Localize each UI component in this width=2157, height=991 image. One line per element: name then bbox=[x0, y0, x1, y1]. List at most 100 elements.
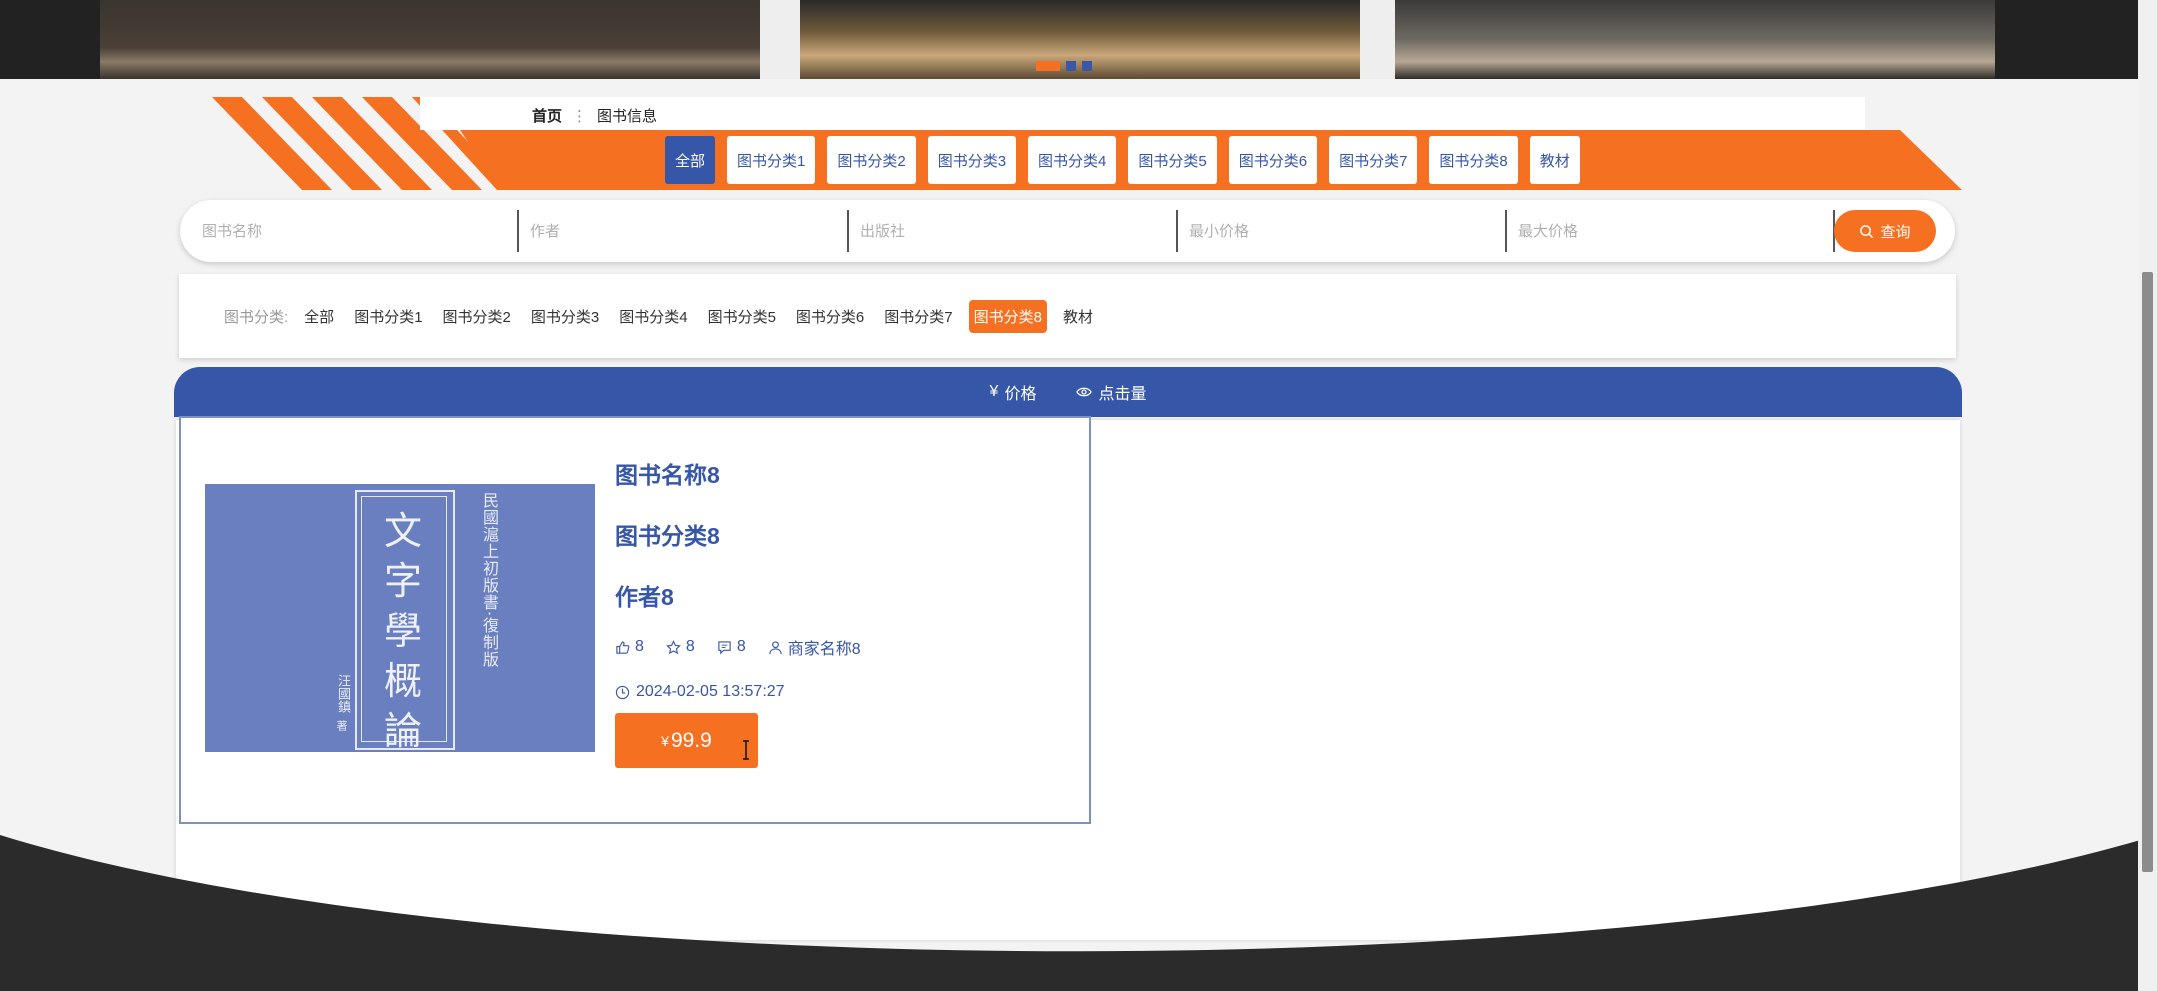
filter-item-10[interactable]: 教材 bbox=[1059, 300, 1097, 333]
category-tab-3[interactable]: 图书分类2 bbox=[827, 136, 916, 184]
sort-price-label: 价格 bbox=[1004, 386, 1037, 403]
category-tab-1[interactable]: 全部 bbox=[665, 136, 716, 184]
cover-title-char: 學 bbox=[383, 609, 422, 653]
eye-icon bbox=[1076, 387, 1093, 397]
merchant-name: 商家名称8 bbox=[787, 641, 861, 658]
cover-author-suffix: 著 bbox=[335, 720, 348, 731]
book-name-field[interactable] bbox=[200, 214, 504, 248]
filter-item-1[interactable]: 全部 bbox=[300, 300, 338, 333]
category-filter-label: 图书分类: bbox=[224, 309, 289, 326]
price-value: 99.9 bbox=[670, 728, 712, 752]
likes-stat: 8 bbox=[615, 638, 644, 656]
search-button[interactable]: 查询 bbox=[1834, 210, 1936, 252]
cover-title-char: 字 bbox=[383, 559, 422, 603]
author-input[interactable] bbox=[528, 221, 832, 241]
book-category: 图书分类8 bbox=[615, 523, 720, 549]
book-card[interactable]: 文字學概論 民國滬上初版書·復制版 汪國鎮 著 图书名称8 图书分类8 作者8 … bbox=[179, 416, 1091, 824]
cover-title-char: 概 bbox=[383, 659, 422, 703]
min-price-field[interactable] bbox=[1187, 214, 1491, 248]
book-info: 图书名称8 图书分类8 作者8 8 8 8 商家名称8 2024-02-05 1… bbox=[615, 456, 861, 701]
book-time: 2024-02-05 13:57:27 bbox=[615, 683, 861, 701]
category-filter: 图书分类: 全部 图书分类1 图书分类2 图书分类3 图书分类4 图书分类5 图书分类6 图书… bbox=[179, 274, 1956, 358]
publisher-field[interactable] bbox=[858, 214, 1162, 248]
search-divider bbox=[847, 210, 849, 252]
filter-item-5[interactable]: 图书分类4 bbox=[615, 300, 691, 333]
book-cover-image[interactable]: 文字學概論 民國滬上初版書·復制版 汪國鎮 著 bbox=[205, 484, 595, 752]
text-cursor-icon bbox=[743, 740, 749, 760]
hero-banner bbox=[0, 0, 2157, 79]
banner-divider bbox=[1360, 0, 1395, 79]
filter-item-2[interactable]: 图书分类1 bbox=[350, 300, 426, 333]
sort-bar: ¥ 价格 点击量 bbox=[174, 367, 1962, 417]
clock-icon bbox=[615, 685, 630, 699]
carousel-dot-3[interactable] bbox=[1082, 61, 1092, 71]
banner-image-left bbox=[100, 0, 760, 79]
filter-item-9[interactable]: 图书分类8 bbox=[968, 300, 1047, 333]
likes-count: 8 bbox=[635, 638, 644, 655]
author-field[interactable] bbox=[528, 214, 832, 248]
search-button-label: 查询 bbox=[1880, 223, 1911, 241]
favorites-count: 8 bbox=[685, 638, 695, 655]
filter-item-3[interactable]: 图书分类2 bbox=[439, 300, 515, 333]
sort-by-price[interactable]: ¥ 价格 bbox=[990, 380, 1037, 404]
favorites-stat: 8 bbox=[666, 638, 695, 656]
breadcrumb-home[interactable]: 首页 bbox=[532, 105, 562, 126]
category-tab-7[interactable]: 图书分类6 bbox=[1228, 136, 1318, 184]
cover-side-text: 民國滬上初版書·復制版 bbox=[480, 492, 499, 669]
search-icon bbox=[1860, 224, 1874, 238]
comments-count: 8 bbox=[736, 638, 746, 655]
carousel-indicators bbox=[1036, 61, 1092, 71]
sort-by-clicks[interactable]: 点击量 bbox=[1076, 380, 1146, 404]
scrollbar-thumb[interactable] bbox=[2142, 272, 2153, 872]
cover-title-char: 論 bbox=[383, 709, 422, 752]
breadcrumb-current: 图书信息 bbox=[597, 108, 658, 125]
max-price-input[interactable] bbox=[1516, 221, 1820, 241]
search-divider bbox=[517, 210, 519, 252]
search-divider bbox=[1176, 210, 1178, 252]
thumbs-up-icon bbox=[616, 640, 630, 654]
banner-image-right bbox=[1395, 0, 1995, 79]
price-currency: ¥ bbox=[661, 732, 669, 749]
carousel-dot-1[interactable] bbox=[1036, 61, 1060, 71]
search-bar bbox=[180, 200, 1955, 262]
max-price-field[interactable] bbox=[1516, 214, 1820, 248]
category-tab-2[interactable]: 图书分类1 bbox=[727, 136, 816, 184]
category-tab-10[interactable]: 教材 bbox=[1529, 136, 1580, 184]
banner-divider bbox=[760, 0, 800, 79]
category-tab-9[interactable]: 图书分类8 bbox=[1429, 136, 1518, 184]
comments-stat: 8 bbox=[717, 638, 746, 656]
cover-title: 文字學概論 bbox=[373, 506, 433, 752]
comment-icon bbox=[718, 640, 731, 654]
publisher-input[interactable] bbox=[858, 221, 1162, 241]
scrollbar[interactable] bbox=[2138, 0, 2157, 991]
price-button[interactable]: ¥ 99.9 bbox=[615, 713, 758, 768]
category-tab-5[interactable]: 图书分类4 bbox=[1028, 136, 1117, 184]
yen-icon: ¥ bbox=[989, 383, 999, 400]
book-name-input[interactable] bbox=[200, 221, 504, 241]
filter-item-4[interactable]: 图书分类3 bbox=[527, 300, 603, 333]
filter-item-6[interactable]: 图书分类5 bbox=[704, 300, 780, 333]
breadcrumb-separator: ⋮ bbox=[572, 107, 588, 125]
search-divider bbox=[1505, 210, 1507, 252]
cover-title-char: 文 bbox=[383, 509, 422, 553]
category-tab-4[interactable]: 图书分类3 bbox=[927, 136, 1017, 184]
merchant-stat: 商家名称8 bbox=[768, 635, 861, 659]
breadcrumb: 首页 ⋮ 图书信息 bbox=[532, 105, 657, 126]
user-icon bbox=[769, 640, 782, 654]
book-author: 作者8 bbox=[615, 584, 674, 610]
star-icon bbox=[666, 639, 681, 654]
book-name[interactable]: 图书名称8 bbox=[615, 456, 861, 490]
book-stats: 8 8 8 商家名称8 bbox=[615, 635, 861, 659]
sort-clicks-label: 点击量 bbox=[1098, 386, 1147, 403]
category-tabs: 全部 图书分类1 图书分类2 图书分类3 图书分类4 图书分类5 图书分类6 图书分类7 图书分… bbox=[665, 136, 1580, 184]
carousel-dot-2[interactable] bbox=[1066, 61, 1076, 71]
category-tab-6[interactable]: 图书分类5 bbox=[1128, 136, 1217, 184]
filter-item-8[interactable]: 图书分类7 bbox=[880, 300, 956, 333]
min-price-input[interactable] bbox=[1187, 221, 1491, 241]
footer-wave bbox=[0, 835, 2157, 991]
category-tab-8[interactable]: 图书分类7 bbox=[1329, 136, 1418, 184]
filter-item-7[interactable]: 图书分类6 bbox=[792, 300, 868, 333]
book-time-text: 2024-02-05 13:57:27 bbox=[636, 683, 785, 700]
cover-author-text: 汪國鎮 bbox=[335, 674, 350, 713]
category-filter-row: 图书分类: 全部 图书分类1 图书分类2 图书分类3 图书分类4 图书分类5 图书分类6 图书… bbox=[224, 300, 1097, 333]
